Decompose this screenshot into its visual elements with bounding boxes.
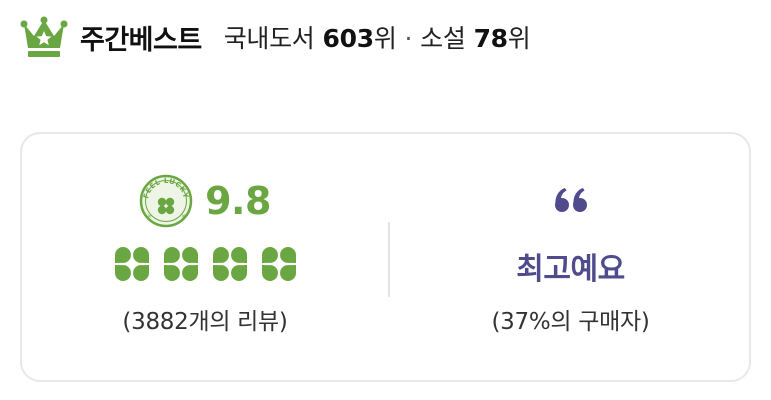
rank-separator: · <box>404 24 413 53</box>
clover-icon <box>163 247 198 281</box>
review-count-open: ( <box>122 309 132 335</box>
clover-icon <box>261 247 296 281</box>
svg-text:×: × <box>181 213 186 220</box>
clover-icon <box>114 247 149 281</box>
domestic-rank-value: 603 <box>322 24 375 53</box>
domestic-rank-suffix: 위 <box>373 24 397 53</box>
opinion-section: 최고예요 (37%의 구매자) <box>390 134 751 380</box>
review-count-number: 3882 <box>131 309 189 335</box>
novel-rank-suffix: 위 <box>507 24 531 53</box>
quote-mark <box>390 186 751 216</box>
review-count-suffix: 개의 리뷰) <box>188 309 288 335</box>
novel-rank-value: 78 <box>473 24 509 53</box>
clover-icon <box>212 247 247 281</box>
feel-lucky-badge-icon: FEEL LUCKY × × <box>139 174 193 228</box>
quote-icon <box>554 188 587 212</box>
novel-label: 소설 <box>420 24 466 53</box>
review-count[interactable]: (3882개의 리뷰) <box>22 302 388 336</box>
buyer-share: (37%의 구매자) <box>491 309 650 335</box>
svg-text:×: × <box>147 213 152 220</box>
review-summary-card: FEEL LUCKY × × 9.8 (3882개의 리뷰) 최고예요 (37%… <box>20 132 751 382</box>
weekly-best-header: 주간베스트 국내도서 603 위 · 소설 78 위 <box>20 14 531 60</box>
clover-rating <box>22 245 388 283</box>
review-score: 9.8 <box>205 179 271 223</box>
rating-section: FEEL LUCKY × × 9.8 (3882개의 리뷰) <box>22 134 388 380</box>
domestic-books-label: 국내도서 <box>223 24 315 53</box>
weekly-best-title: 주간베스트 <box>80 24 202 56</box>
crown-icon <box>20 16 68 57</box>
weekly-best-widget: 주간베스트 국내도서 603 위 · 소설 78 위 FEEL LUCKY × … <box>0 0 771 400</box>
top-opinion: 최고예요 <box>516 252 625 287</box>
rank-info: 국내도서 603 위 · 소설 78 위 <box>224 19 531 55</box>
score-row: FEEL LUCKY × × 9.8 <box>22 174 388 228</box>
